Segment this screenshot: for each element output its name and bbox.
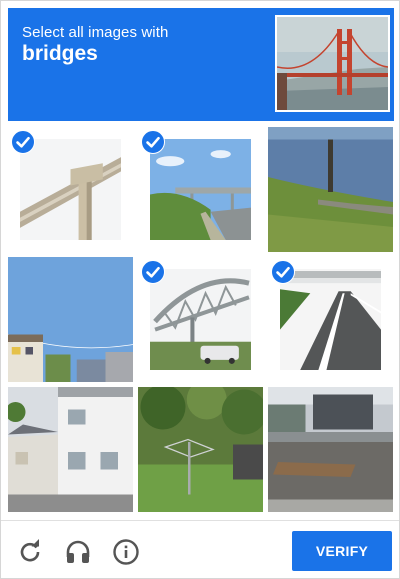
image-tile-2-2[interactable] xyxy=(138,257,263,382)
tile-image xyxy=(138,387,263,512)
info-icon[interactable] xyxy=(111,537,141,567)
tile-image xyxy=(150,269,251,370)
image-tile-1-3[interactable] xyxy=(268,127,393,252)
sample-image xyxy=(275,15,390,112)
tile-image xyxy=(268,127,393,252)
checkmark-icon xyxy=(11,130,35,154)
image-grid xyxy=(8,127,394,513)
tile-image xyxy=(8,257,133,382)
image-tile-2-3[interactable] xyxy=(268,257,393,382)
checkmark-icon xyxy=(271,260,295,284)
instruction-text: Select all images with xyxy=(22,24,169,41)
reload-icon[interactable] xyxy=(15,537,45,567)
tile-image xyxy=(8,387,133,512)
footer-divider xyxy=(1,520,399,521)
headphones-icon[interactable] xyxy=(63,537,93,567)
image-tile-2-1[interactable] xyxy=(8,257,133,382)
image-tile-3-1[interactable] xyxy=(8,387,133,512)
tile-image xyxy=(150,139,251,240)
verify-button[interactable]: VERIFY xyxy=(292,531,392,571)
checkmark-icon xyxy=(141,130,165,154)
image-tile-3-3[interactable] xyxy=(268,387,393,512)
checkmark-icon xyxy=(141,260,165,284)
instruction-header: Select all images with bridges xyxy=(8,8,394,121)
target-object-text: bridges xyxy=(22,42,98,65)
tile-image xyxy=(280,269,381,370)
tile-image xyxy=(20,139,121,240)
captcha-dialog: Select all images with bridges VERIFY xyxy=(0,0,400,579)
tile-image xyxy=(268,387,393,512)
image-tile-1-2[interactable] xyxy=(138,127,263,252)
image-tile-1-1[interactable] xyxy=(8,127,133,252)
image-tile-3-2[interactable] xyxy=(138,387,263,512)
